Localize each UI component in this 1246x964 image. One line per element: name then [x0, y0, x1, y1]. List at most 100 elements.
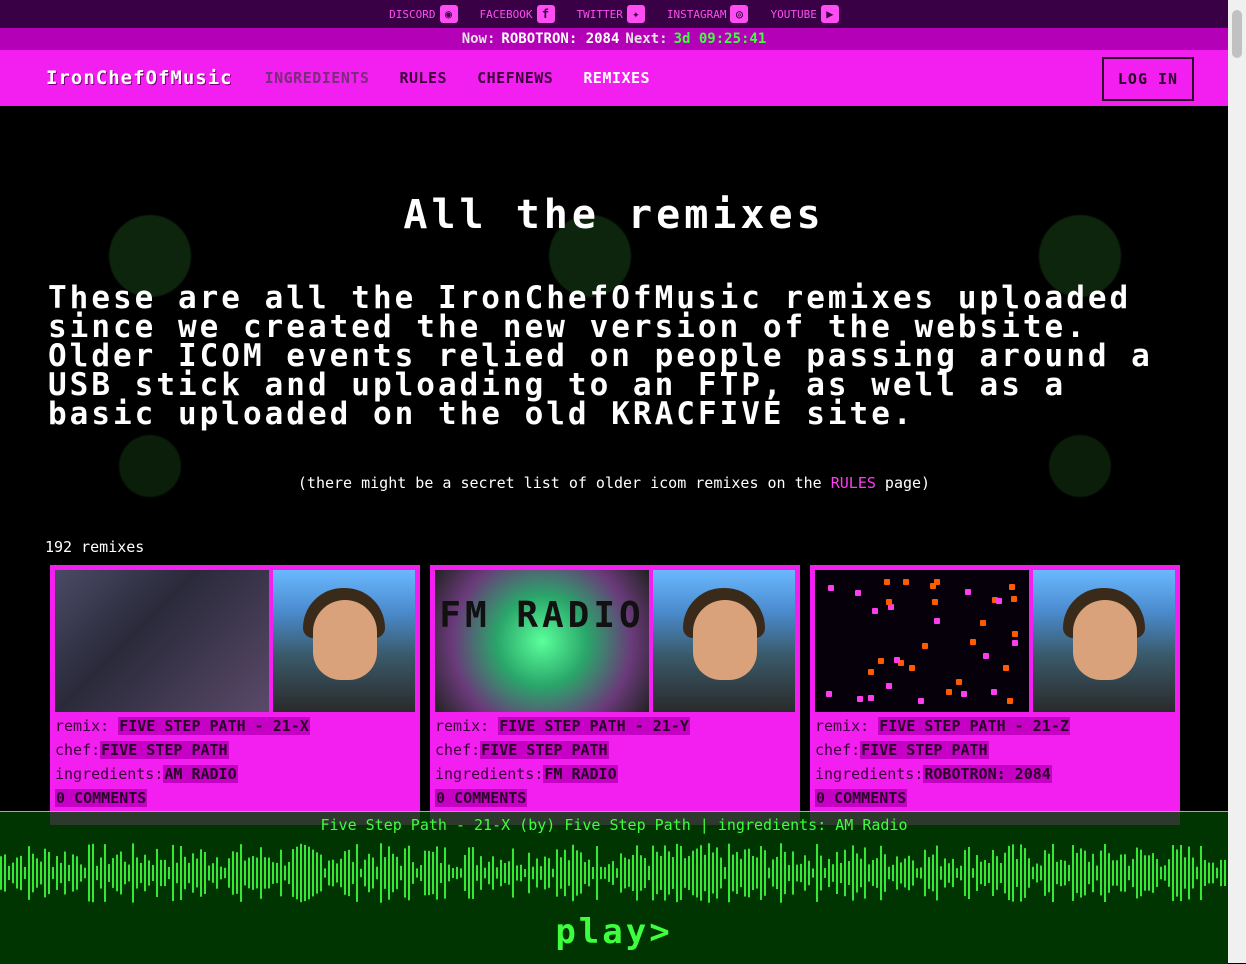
comments-row: 0 COMMENTS	[815, 789, 908, 807]
sprite	[931, 599, 938, 606]
now-bar: Now: ROBOTRON: 2084 Next: 3d 09:25:41	[0, 28, 1228, 50]
thumbnail-text: FM RADIO	[439, 595, 645, 636]
play-button[interactable]: play>	[0, 912, 1228, 952]
sprite	[885, 683, 892, 690]
remix-row: remix: FIVE STEP PATH - 21-Y	[435, 717, 690, 735]
instagram-icon: ◎	[730, 5, 749, 23]
remix-card[interactable]: FM RADIO remix: FIVE STEP PATH - 21-Y ch…	[430, 565, 800, 825]
sprite	[1010, 596, 1017, 603]
remix-card[interactable]: remix: FIVE STEP PATH - 21-X chef:FIVE S…	[50, 565, 420, 825]
sprite	[856, 695, 863, 702]
instagram-link[interactable]: INSTAGRAM ◎	[667, 5, 749, 23]
chef-row: chef:FIVE STEP PATH	[55, 741, 229, 759]
sprite	[886, 599, 892, 606]
brand-logo[interactable]: IronChefOfMusic	[46, 67, 233, 89]
chef-avatar[interactable]	[653, 570, 795, 712]
ingredients-label: ingredients:	[815, 765, 924, 783]
twitter-link[interactable]: TWITTER ✦	[577, 5, 645, 23]
main-nav: IronChefOfMusic INGREDIENTS RULES CHEFNE…	[0, 50, 1228, 106]
twitter-icon: ✦	[626, 5, 645, 23]
scrollbar-thumb[interactable]	[1232, 10, 1242, 58]
remix-thumbnail[interactable]	[55, 570, 269, 712]
chef-link[interactable]: FIVE STEP PATH	[860, 741, 989, 759]
chef-label: chef:	[435, 741, 481, 759]
login-button[interactable]: LOG IN	[1102, 57, 1194, 101]
chef-link[interactable]: FIVE STEP PATH	[480, 741, 609, 759]
ingredients-link[interactable]: FM RADIO	[543, 765, 618, 783]
now-value[interactable]: ROBOTRON: 2084	[501, 31, 619, 47]
youtube-icon: ▶	[820, 5, 839, 23]
chef-link[interactable]: FIVE STEP PATH	[100, 741, 229, 759]
scrollbar[interactable]	[1228, 0, 1246, 963]
discord-link[interactable]: DISCORD ◉	[389, 5, 458, 23]
waveform[interactable]	[0, 838, 1228, 908]
chef-row: chef:FIVE STEP PATH	[815, 741, 989, 759]
sprite	[979, 620, 986, 627]
remix-thumbnail[interactable]	[815, 570, 1029, 712]
comments-row: 0 COMMENTS	[55, 789, 148, 807]
sprite	[828, 584, 835, 591]
sprite	[969, 639, 976, 646]
remix-count: 192 remixes	[45, 538, 145, 556]
remix-label: remix:	[815, 717, 870, 735]
note-prefix: (there might be a secret list of older i…	[297, 474, 831, 492]
ingredients-label: ingredients:	[55, 765, 164, 783]
remix-grid: remix: FIVE STEP PATH - 21-X chef:FIVE S…	[50, 565, 1190, 825]
remix-label: remix:	[435, 717, 490, 735]
comments-link[interactable]: 0 COMMENTS	[55, 789, 148, 807]
ingredients-link[interactable]: ROBOTRON: 2084	[923, 765, 1052, 783]
ingredients-row: ingredients:AM RADIO	[55, 765, 238, 783]
twitter-label: TWITTER	[576, 7, 623, 21]
sprite	[945, 688, 952, 695]
sprite	[826, 691, 833, 698]
sprite	[956, 678, 963, 685]
sprite	[934, 618, 941, 625]
comments-link[interactable]: 0 COMMENTS	[435, 789, 528, 807]
remix-link[interactable]: FIVE STEP PATH - 21-Z	[878, 717, 1070, 735]
remix-thumbnail[interactable]: FM RADIO	[435, 570, 649, 712]
youtube-label: YOUTUBE	[770, 7, 817, 21]
sprite	[902, 579, 909, 586]
social-bar: DISCORD ◉ FACEBOOK f TWITTER ✦ INSTAGRAM…	[0, 0, 1228, 28]
chef-row: chef:FIVE STEP PATH	[435, 741, 609, 759]
page-title: All the remixes	[403, 192, 825, 238]
sprite	[1011, 631, 1018, 638]
comments-row: 0 COMMENTS	[435, 789, 528, 807]
sprite	[871, 607, 878, 614]
instagram-label: INSTAGRAM	[666, 7, 727, 21]
remix-link[interactable]: FIVE STEP PATH - 21-X	[118, 717, 310, 735]
ingredients-row: ingredients:ROBOTRON: 2084	[815, 765, 1052, 783]
sprite	[893, 657, 900, 664]
remix-row: remix: FIVE STEP PATH - 21-X	[55, 717, 310, 735]
sprite	[961, 691, 968, 698]
sprite	[1008, 584, 1015, 591]
next-label: Next:	[625, 31, 668, 47]
youtube-link[interactable]: YOUTUBE ▶	[770, 5, 839, 23]
nav-chefnews[interactable]: CHEFNEWS	[477, 69, 553, 87]
sprite	[854, 589, 861, 596]
sprite	[1011, 639, 1018, 646]
chef-avatar[interactable]	[1033, 570, 1175, 712]
ingredients-link[interactable]: AM RADIO	[163, 765, 238, 783]
discord-label: DISCORD	[389, 7, 436, 21]
sprite	[908, 664, 915, 671]
chef-avatar[interactable]	[273, 570, 415, 712]
nav-remixes[interactable]: REMIXES	[583, 69, 650, 87]
sprite	[982, 652, 989, 659]
now-playing-title: Five Step Path - 21-X (by) Five Step Pat…	[320, 816, 908, 834]
rules-link[interactable]: RULES	[831, 474, 876, 492]
intro-text: These are all the IronChefOfMusic remixe…	[48, 280, 1153, 432]
sprite	[867, 695, 874, 702]
nav-ingredients[interactable]: INGREDIENTS	[265, 69, 370, 87]
comments-link[interactable]: 0 COMMENTS	[815, 789, 908, 807]
facebook-link[interactable]: FACEBOOK f	[480, 5, 555, 23]
remix-link[interactable]: FIVE STEP PATH - 21-Y	[498, 717, 690, 735]
now-label: Now:	[461, 31, 496, 47]
note-suffix: page)	[875, 474, 931, 492]
sprite	[917, 697, 924, 704]
nav-rules[interactable]: RULES	[399, 69, 447, 87]
sprite	[1007, 697, 1014, 704]
remix-label: remix:	[55, 717, 110, 735]
remix-card[interactable]: remix: FIVE STEP PATH - 21-Z chef:FIVE S…	[810, 565, 1180, 825]
facebook-label: FACEBOOK	[479, 7, 533, 21]
